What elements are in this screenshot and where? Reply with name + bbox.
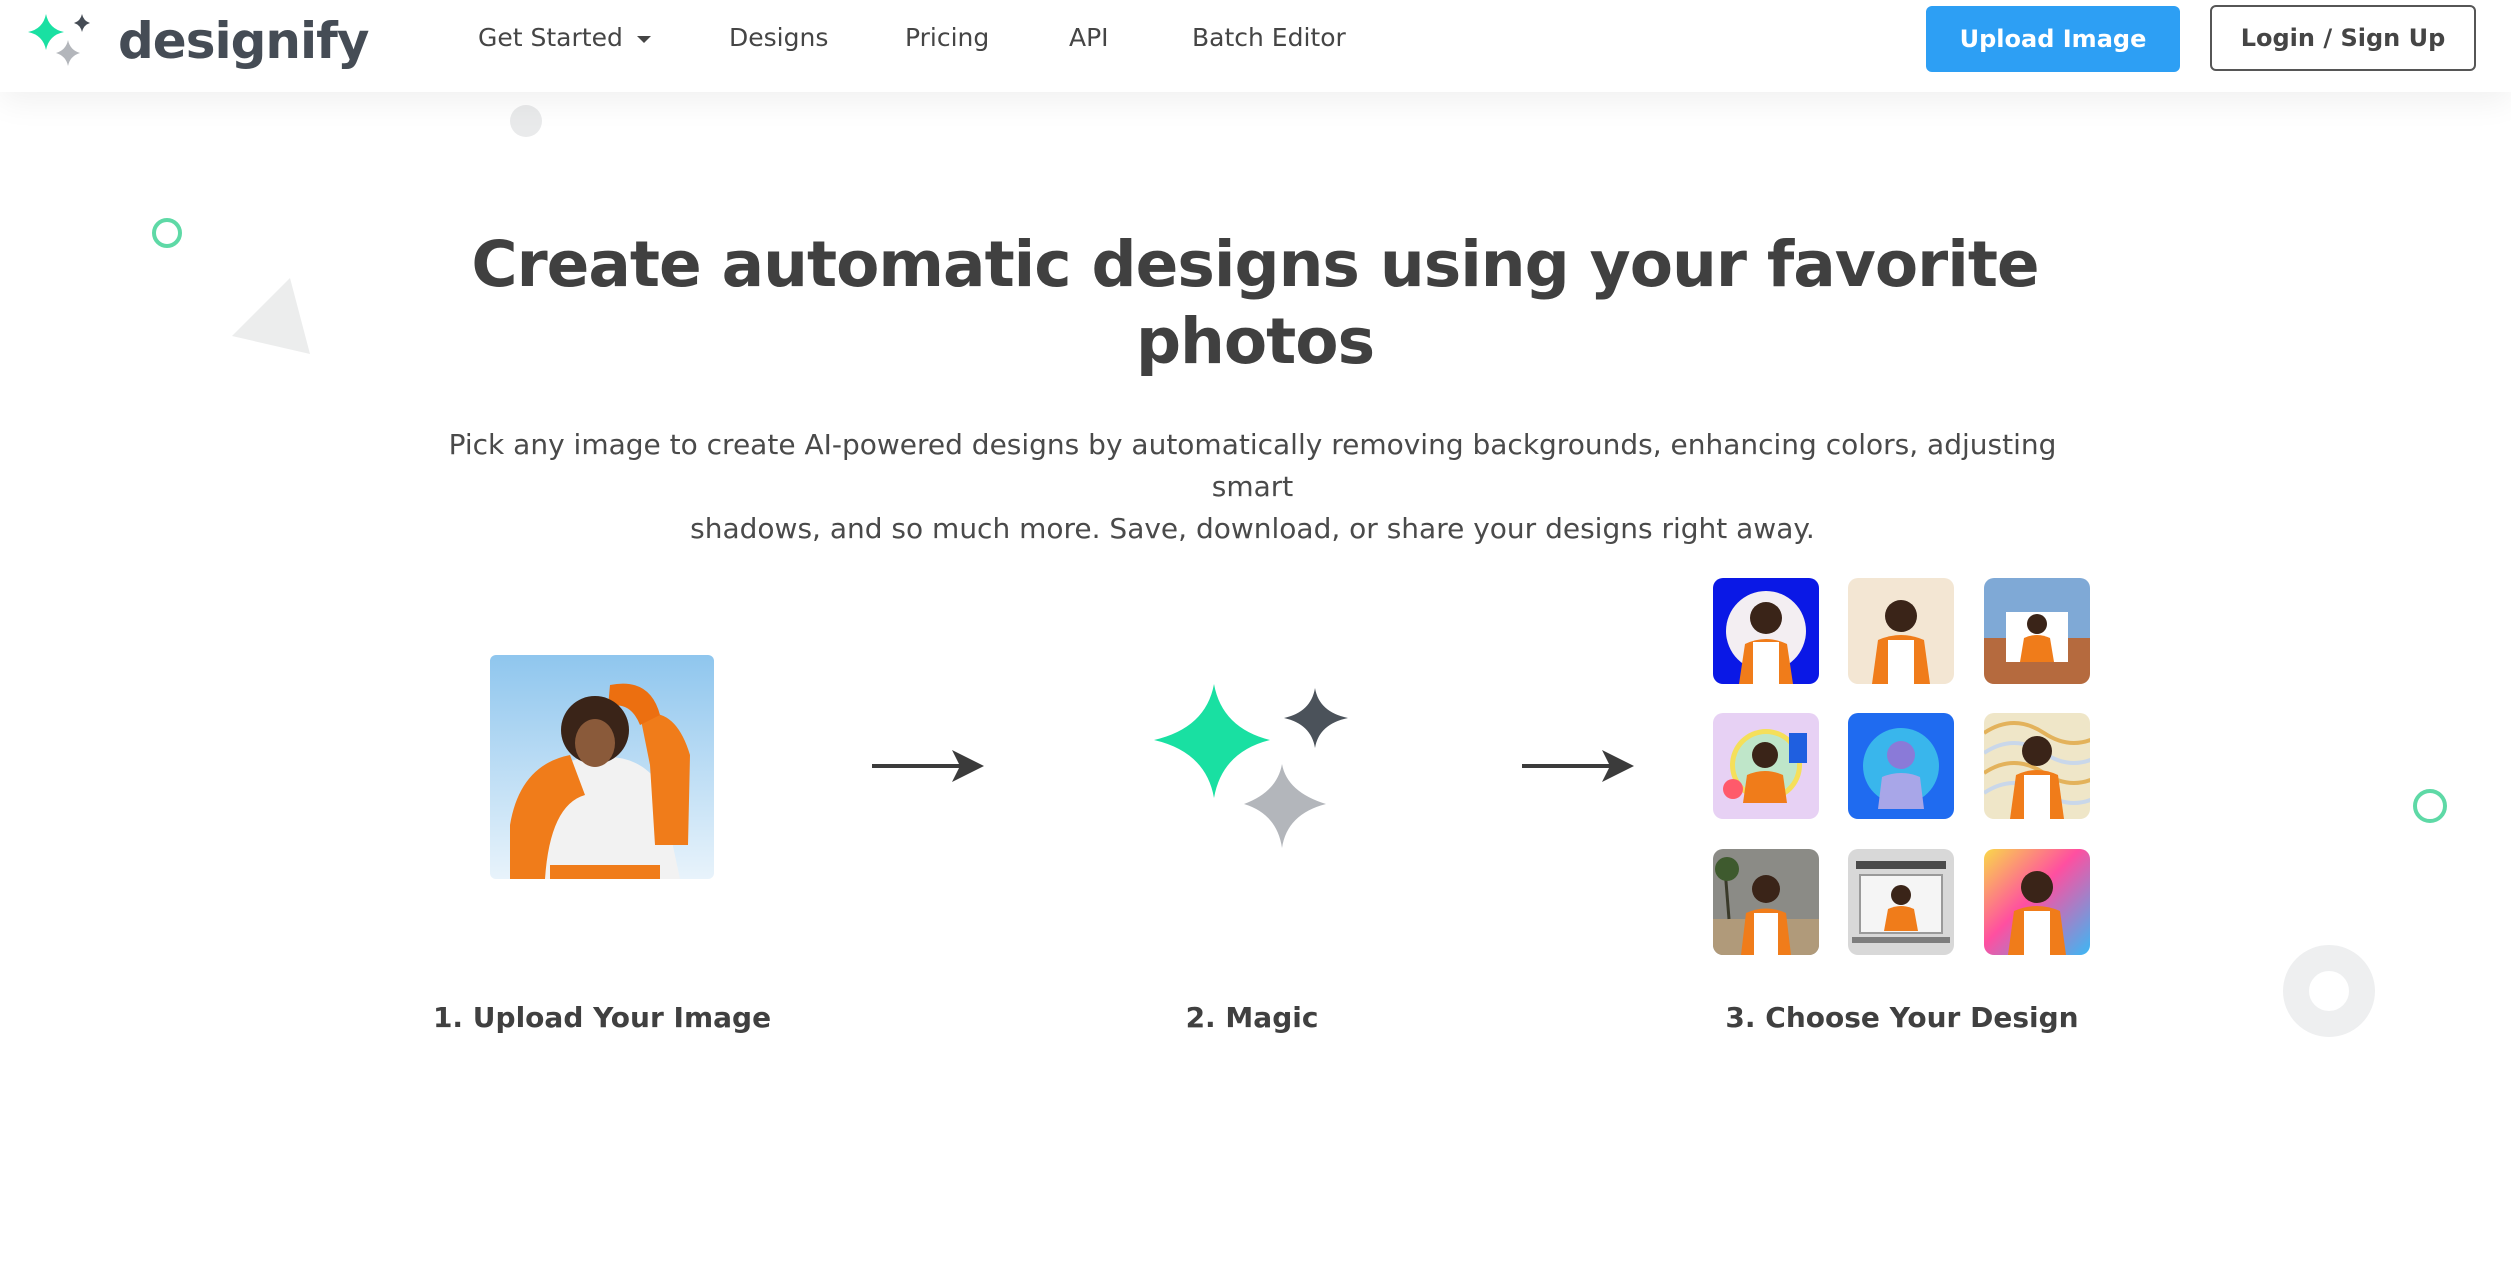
hero-title-line2: photos [1135, 305, 1375, 378]
uploaded-photo [490, 655, 714, 879]
hero-subtitle-line1: Pick any image to create AI-powered desi… [448, 428, 2057, 503]
nav-api[interactable]: API [1069, 18, 1109, 58]
design-thumbnail-laptop[interactable] [1848, 849, 1954, 955]
decorative-dot [510, 105, 542, 137]
design-thumbnail-blue-wavy[interactable] [1713, 578, 1819, 684]
hero-title-line1: Create automatic designs using your favo… [471, 228, 2039, 301]
step-1-label: 1. Upload Your Image [432, 1001, 772, 1034]
nav-batch-editor[interactable]: Batch Editor [1192, 18, 1346, 58]
step-3-label: 3. Choose Your Design [1725, 1001, 2079, 1034]
magic-sparkles-icon [1154, 684, 1348, 848]
decorative-ring-right [2413, 789, 2447, 823]
sparkles-logo-icon [28, 14, 90, 66]
design-thumbnail-beige[interactable] [1848, 578, 1954, 684]
brand-name: designify [118, 12, 369, 70]
top-navbar: designify Get Started Designs Pricing AP… [0, 0, 2511, 92]
design-thumbnail-beach-framed[interactable] [1984, 578, 2090, 684]
chevron-down-icon [636, 35, 651, 43]
nav-designs[interactable]: Designs [729, 18, 828, 58]
design-thumbnail-palm-beach[interactable] [1713, 849, 1819, 955]
design-thumbnail-striped[interactable] [1984, 713, 2090, 819]
login-signup-button[interactable]: Login / Sign Up [2210, 5, 2476, 71]
nav-get-started-label: Get Started [478, 23, 623, 52]
nav-pricing[interactable]: Pricing [905, 18, 989, 58]
decorative-ring-left [152, 218, 182, 248]
brand-logo[interactable]: designify [24, 8, 369, 70]
hero-title: Create automatic designs using your favo… [430, 226, 2080, 380]
decorative-triangle [232, 278, 310, 354]
arrow-right-icon [872, 750, 984, 782]
design-thumbnail-blue-circle[interactable] [1848, 713, 1954, 819]
design-thumbnail-gradient[interactable] [1984, 849, 2090, 955]
hero-subtitle-line2: shadows, and so much more. Save, downloa… [690, 512, 1815, 545]
design-thumbnail-stickers[interactable] [1713, 713, 1819, 819]
upload-image-button[interactable]: Upload Image [1926, 6, 2180, 72]
arrow-right-icon [1522, 750, 1634, 782]
decorative-donut [2283, 945, 2375, 1037]
nav-get-started[interactable]: Get Started [478, 18, 651, 58]
hero-subtitle: Pick any image to create AI-powered desi… [440, 424, 2065, 550]
step-2-label: 2. Magic [1185, 1001, 1319, 1034]
